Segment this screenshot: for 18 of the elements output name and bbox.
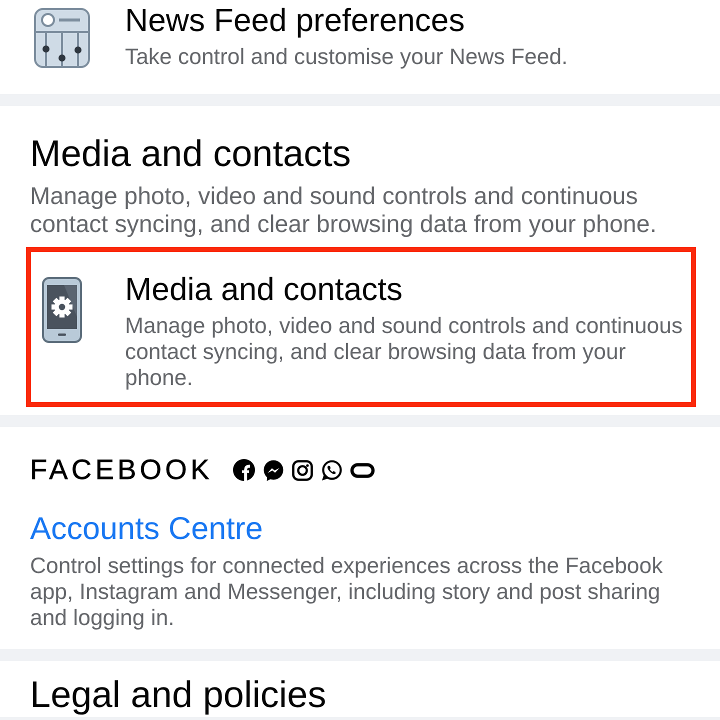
settings-item[interactable]: Media and contacts Manage photo, video and sound controls and continuous contact syncing, and clear browsing data from your phone. <box>26 247 696 407</box>
brand-wordmark: FACEBOOK <box>30 453 213 487</box>
lightning-bubble-icon <box>262 460 284 480</box>
phone-bubble-icon <box>320 460 342 480</box>
phone-settings-icon <box>42 277 82 343</box>
item-title: News Feed preferences <box>125 1 465 39</box>
item-description: Manage photo, video and sound controls and continuous contact syncing, and clear browsing data from your phone. <box>125 313 684 391</box>
settings-item[interactable]: News Feed preferences Take control and customise your News Feed. <box>26 0 696 86</box>
section-description: Manage photo, video and sound controls and continuous contact syncing, and clear browsing data from your phone. <box>30 183 658 239</box>
section-title: Legal and policies <box>30 673 328 717</box>
camera-icon <box>292 460 313 480</box>
item-description: Take control and customise your News Feed. <box>125 44 569 70</box>
accounts-centre-link[interactable]: Accounts Centre <box>30 509 263 547</box>
section-description: Control settings for connected experiences across the Facebook app, Instagram and Messenger, including story and post sharing and logging in. <box>30 553 664 631</box>
f-circle-icon <box>232 459 255 481</box>
section-title: Media and contacts <box>30 132 352 176</box>
item-title: Media and contacts <box>125 270 402 308</box>
sliders-icon <box>34 8 90 68</box>
